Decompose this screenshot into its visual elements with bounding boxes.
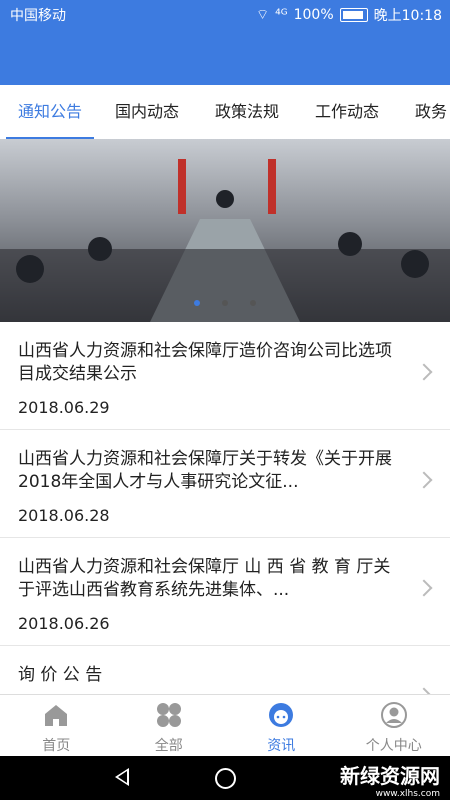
nav-home[interactable]: 首页 — [0, 695, 113, 757]
signal-indicator: ⁴ᴳ — [275, 7, 288, 23]
carousel-indicator — [0, 300, 450, 306]
nav-label: 首页 — [42, 738, 71, 754]
news-date: 2018.06.28 — [18, 506, 110, 525]
tab-notice[interactable]: 通知公告 — [5, 85, 95, 139]
nav-label: 全部 — [154, 738, 183, 754]
user-icon — [380, 702, 407, 728]
tab-work[interactable]: 工作动态 — [315, 85, 379, 139]
grid-icon — [156, 703, 181, 727]
nav-label: 个人中心 — [365, 738, 422, 754]
news-title: 询 价 公 告 — [18, 665, 103, 685]
bottom-navigation: 首页 全部 资讯 个人中心 — [0, 694, 450, 757]
app-bar — [0, 28, 450, 85]
battery-icon — [339, 8, 368, 22]
chevron-right-icon — [415, 363, 433, 381]
nav-label: 资讯 — [267, 738, 296, 754]
list-item[interactable]: 山西省人力资源和社会保障厅 山 西 省 教 育 厅关于评选山西省教育系统先进集体… — [0, 538, 450, 646]
carrier: 中国移动 — [10, 8, 66, 24]
system-navigation-bar: 新绿资源网 www.xlhs.com — [0, 756, 450, 800]
home-icon — [45, 705, 68, 726]
news-list: 山西省人力资源和社会保障厅造价咨询公司比选项目成交结果公示 2018.06.29… — [0, 322, 450, 694]
carousel-dot[interactable] — [222, 300, 228, 306]
nav-all[interactable]: 全部 — [113, 695, 226, 757]
list-item[interactable]: 山西省人力资源和社会保障厅关于转发《关于开展2018年全国人才与人事研究论文征.… — [0, 430, 450, 538]
news-title: 山西省人力资源和社会保障厅 山 西 省 教 育 厅关于评选山西省教育系统先进集体… — [18, 557, 391, 600]
carousel-dot[interactable] — [250, 300, 256, 306]
battery-percent: 100% — [293, 7, 334, 23]
nav-news[interactable]: 资讯 — [225, 695, 338, 757]
tab-domestic[interactable]: 国内动态 — [115, 85, 179, 139]
category-tabs: 通知公告 国内动态 政策法规 工作动态 政务 — [0, 85, 450, 140]
tab-government[interactable]: 政务 — [415, 85, 447, 139]
clock: 晚上10:18 — [373, 8, 442, 24]
wifi-icon: ⌔ — [255, 7, 270, 23]
news-date: 2018.06.26 — [18, 614, 110, 633]
watermark: 新绿资源网 www.xlhs.com — [340, 764, 440, 799]
banner-carousel[interactable] — [0, 139, 450, 322]
status-bar: 中国移动 ⌔ ⁴ᴳ 100% 晚上10:18 — [0, 0, 450, 28]
chevron-right-icon — [415, 471, 433, 489]
news-title: 山西省人力资源和社会保障厅造价咨询公司比选项目成交结果公示 — [18, 341, 392, 384]
nav-profile[interactable]: 个人中心 — [338, 695, 450, 757]
carousel-dot[interactable] — [194, 300, 200, 306]
list-item[interactable]: 询 价 公 告 — [0, 646, 450, 694]
home-circle-icon[interactable] — [215, 768, 236, 789]
news-date: 2018.06.29 — [18, 398, 110, 417]
meeting-photo — [0, 159, 450, 322]
news-title: 山西省人力资源和社会保障厅关于转发《关于开展2018年全国人才与人事研究论文征.… — [18, 449, 392, 492]
chevron-right-icon — [415, 579, 433, 597]
news-icon — [269, 703, 294, 727]
tab-policy[interactable]: 政策法规 — [215, 85, 279, 139]
list-item[interactable]: 山西省人力资源和社会保障厅造价咨询公司比选项目成交结果公示 2018.06.29 — [0, 322, 450, 430]
back-icon[interactable] — [115, 768, 129, 786]
